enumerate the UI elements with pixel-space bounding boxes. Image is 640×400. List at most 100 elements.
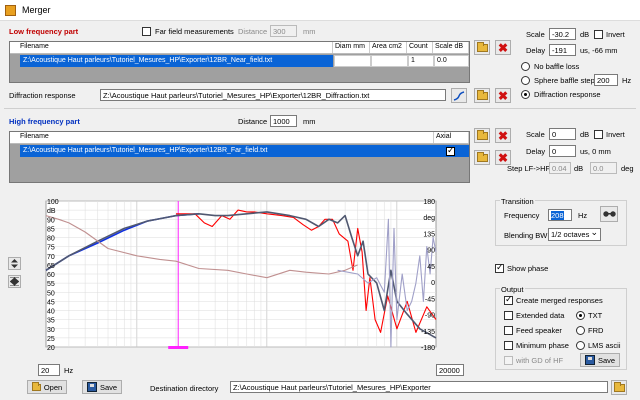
hf-delay-unit: us, 0 mm	[580, 147, 611, 156]
fit-button[interactable]	[8, 275, 21, 288]
frd-radio[interactable]	[576, 326, 585, 335]
save-button-label: Save	[99, 382, 118, 392]
hf-file-table[interactable]: Filename Axial Z:\Acoustique Haut parleu…	[9, 131, 470, 183]
lf-distance-input[interactable]: 300	[270, 25, 297, 37]
xmax-input[interactable]: 20000	[436, 364, 464, 376]
lf-row-area[interactable]	[371, 55, 408, 67]
lms-label: LMS ascii	[588, 341, 621, 350]
hf-open-button-2[interactable]	[474, 150, 490, 165]
extended-data-label: Extended data	[516, 311, 565, 320]
lf-open-button[interactable]	[474, 40, 490, 55]
hf-delay-input[interactable]: 0	[549, 145, 576, 157]
hf-row-filename[interactable]: Z:\Acoustique Haut parleurs\Tutoriel_Mes…	[20, 145, 469, 157]
delete-icon: ✖	[497, 88, 509, 103]
create-merged-label: Create merged responses	[516, 296, 603, 305]
lf-delete-button[interactable]: ✖	[495, 40, 511, 55]
lms-radio[interactable]	[576, 341, 585, 350]
hf-distance-label: Distance	[238, 117, 268, 126]
output-save-button[interactable]: Save	[580, 353, 620, 367]
blending-select[interactable]: 1/2 octaves	[548, 227, 601, 241]
lf-row-scale[interactable]: 0.0	[434, 55, 469, 67]
lf-row-count[interactable]: 1	[408, 55, 434, 67]
hf-invert-label: Invert	[606, 130, 625, 139]
far-field-checkbox[interactable]	[142, 27, 151, 36]
hf-scale-label: Scale	[526, 130, 545, 139]
hf-distance-input[interactable]: 1000	[270, 115, 297, 127]
open-button-label: Open	[43, 382, 63, 392]
delete-icon: ✖	[497, 128, 509, 143]
hf-delete-button[interactable]: ✖	[495, 128, 511, 143]
hf-open-button[interactable]	[474, 128, 490, 143]
open-button[interactable]: Open	[27, 380, 67, 394]
y-left-tick-label: 65	[47, 263, 55, 270]
hf-scale-input[interactable]: 0	[549, 128, 576, 140]
sphere-baffle-label: Sphere baffle step	[534, 76, 595, 85]
feed-speaker-checkbox[interactable]	[504, 326, 513, 335]
show-phase-checkbox[interactable]	[495, 262, 504, 273]
lf-row-filename[interactable]: Z:\Acoustique Haut parleurs\Tutoriel_Mes…	[20, 55, 333, 67]
hf-delete-button-2[interactable]: ✖	[495, 150, 511, 165]
no-baffle-radio[interactable]	[521, 62, 530, 71]
y-left-tick-label: 30	[47, 327, 55, 334]
minimum-phase-checkbox[interactable]	[504, 341, 513, 350]
diffraction-curve-button[interactable]	[451, 88, 467, 103]
lf-invert-checkbox[interactable]	[594, 30, 603, 39]
lf-scale-unit: dB	[580, 30, 590, 39]
destination-browse-button[interactable]	[611, 380, 627, 395]
y-right-tick-label: -90	[425, 313, 435, 320]
delete-icon: ✖	[497, 40, 509, 55]
sphere-baffle-radio[interactable]	[521, 76, 530, 85]
y-left-tick-label: 45	[47, 299, 55, 306]
disk-icon	[584, 355, 595, 365]
hf-invert-checkbox[interactable]	[594, 130, 603, 139]
txt-label: TXT	[588, 311, 603, 320]
col-axial: Axial	[434, 132, 469, 143]
diffraction-open-button[interactable]	[474, 88, 490, 103]
diffraction-response-radio[interactable]	[521, 90, 530, 99]
folder-icon	[476, 89, 488, 100]
section-separator	[4, 108, 636, 109]
lf-file-table[interactable]: Filename Diam mm Area cm2 Count Scale dB…	[9, 41, 470, 83]
txt-radio[interactable]	[576, 311, 585, 320]
glasses-button[interactable]	[600, 206, 618, 222]
y-left-tick-label: 90	[47, 217, 55, 224]
col-filename: Filename	[10, 42, 333, 53]
y-left-tick-label: 80	[47, 236, 55, 243]
create-merged-checkbox[interactable]	[504, 294, 513, 305]
lf-scale-input[interactable]: -30.2	[549, 28, 576, 40]
frequency-response-chart[interactable]: 20Hz501002005001k2k5k10k20k100dB90858075…	[38, 199, 442, 351]
y-right-tick-label: -180	[421, 345, 435, 351]
col-diam: Diam mm	[333, 42, 370, 53]
extended-data-checkbox[interactable]	[504, 311, 513, 320]
with-gd-checkbox[interactable]	[504, 356, 513, 365]
diffraction-response-label: Diffraction response	[534, 90, 601, 99]
y-right-tick-label: 135	[423, 231, 435, 238]
frequency-input[interactable]: 208	[548, 209, 572, 221]
title-bar: Merger	[0, 0, 640, 21]
col-count: Count	[407, 42, 433, 53]
diffraction-path-input[interactable]: Z:\Acoustique Haut parleurs\Tutoriel_Mes…	[100, 89, 446, 101]
folder-icon	[476, 151, 488, 162]
folder-icon	[476, 41, 488, 52]
no-baffle-label: No baffle loss	[534, 62, 580, 71]
lf-row-diam[interactable]	[334, 55, 371, 67]
lf-table-header: Filename Diam mm Area cm2 Count Scale dB	[10, 42, 469, 54]
lf-delay-input[interactable]: -191	[549, 44, 576, 56]
diffraction-delete-button[interactable]: ✖	[495, 88, 511, 103]
zoom-button[interactable]	[8, 257, 21, 270]
hf-axial-checkbox[interactable]	[446, 145, 455, 156]
show-phase-label: Show phase	[507, 264, 549, 273]
col-hf-filename: Filename	[10, 132, 434, 143]
sphere-baffle-input[interactable]: 200	[594, 74, 618, 86]
frd-label: FRD	[588, 326, 604, 335]
xmin-input[interactable]: 20	[38, 364, 60, 376]
folder-icon	[31, 381, 41, 391]
lf-distance-unit: mm	[303, 27, 316, 36]
low-freq-title: Low frequency part	[9, 27, 79, 36]
save-button[interactable]: Save	[82, 380, 122, 394]
destination-input[interactable]: Z:\Acoustique Haut parleurs\Tutoriel_Mes…	[230, 381, 608, 393]
arrows-icon	[11, 259, 18, 268]
feed-speaker-label: Feed speaker	[516, 326, 562, 335]
high-freq-title: High frequency part	[9, 117, 80, 126]
window-title: Merger	[22, 5, 51, 15]
